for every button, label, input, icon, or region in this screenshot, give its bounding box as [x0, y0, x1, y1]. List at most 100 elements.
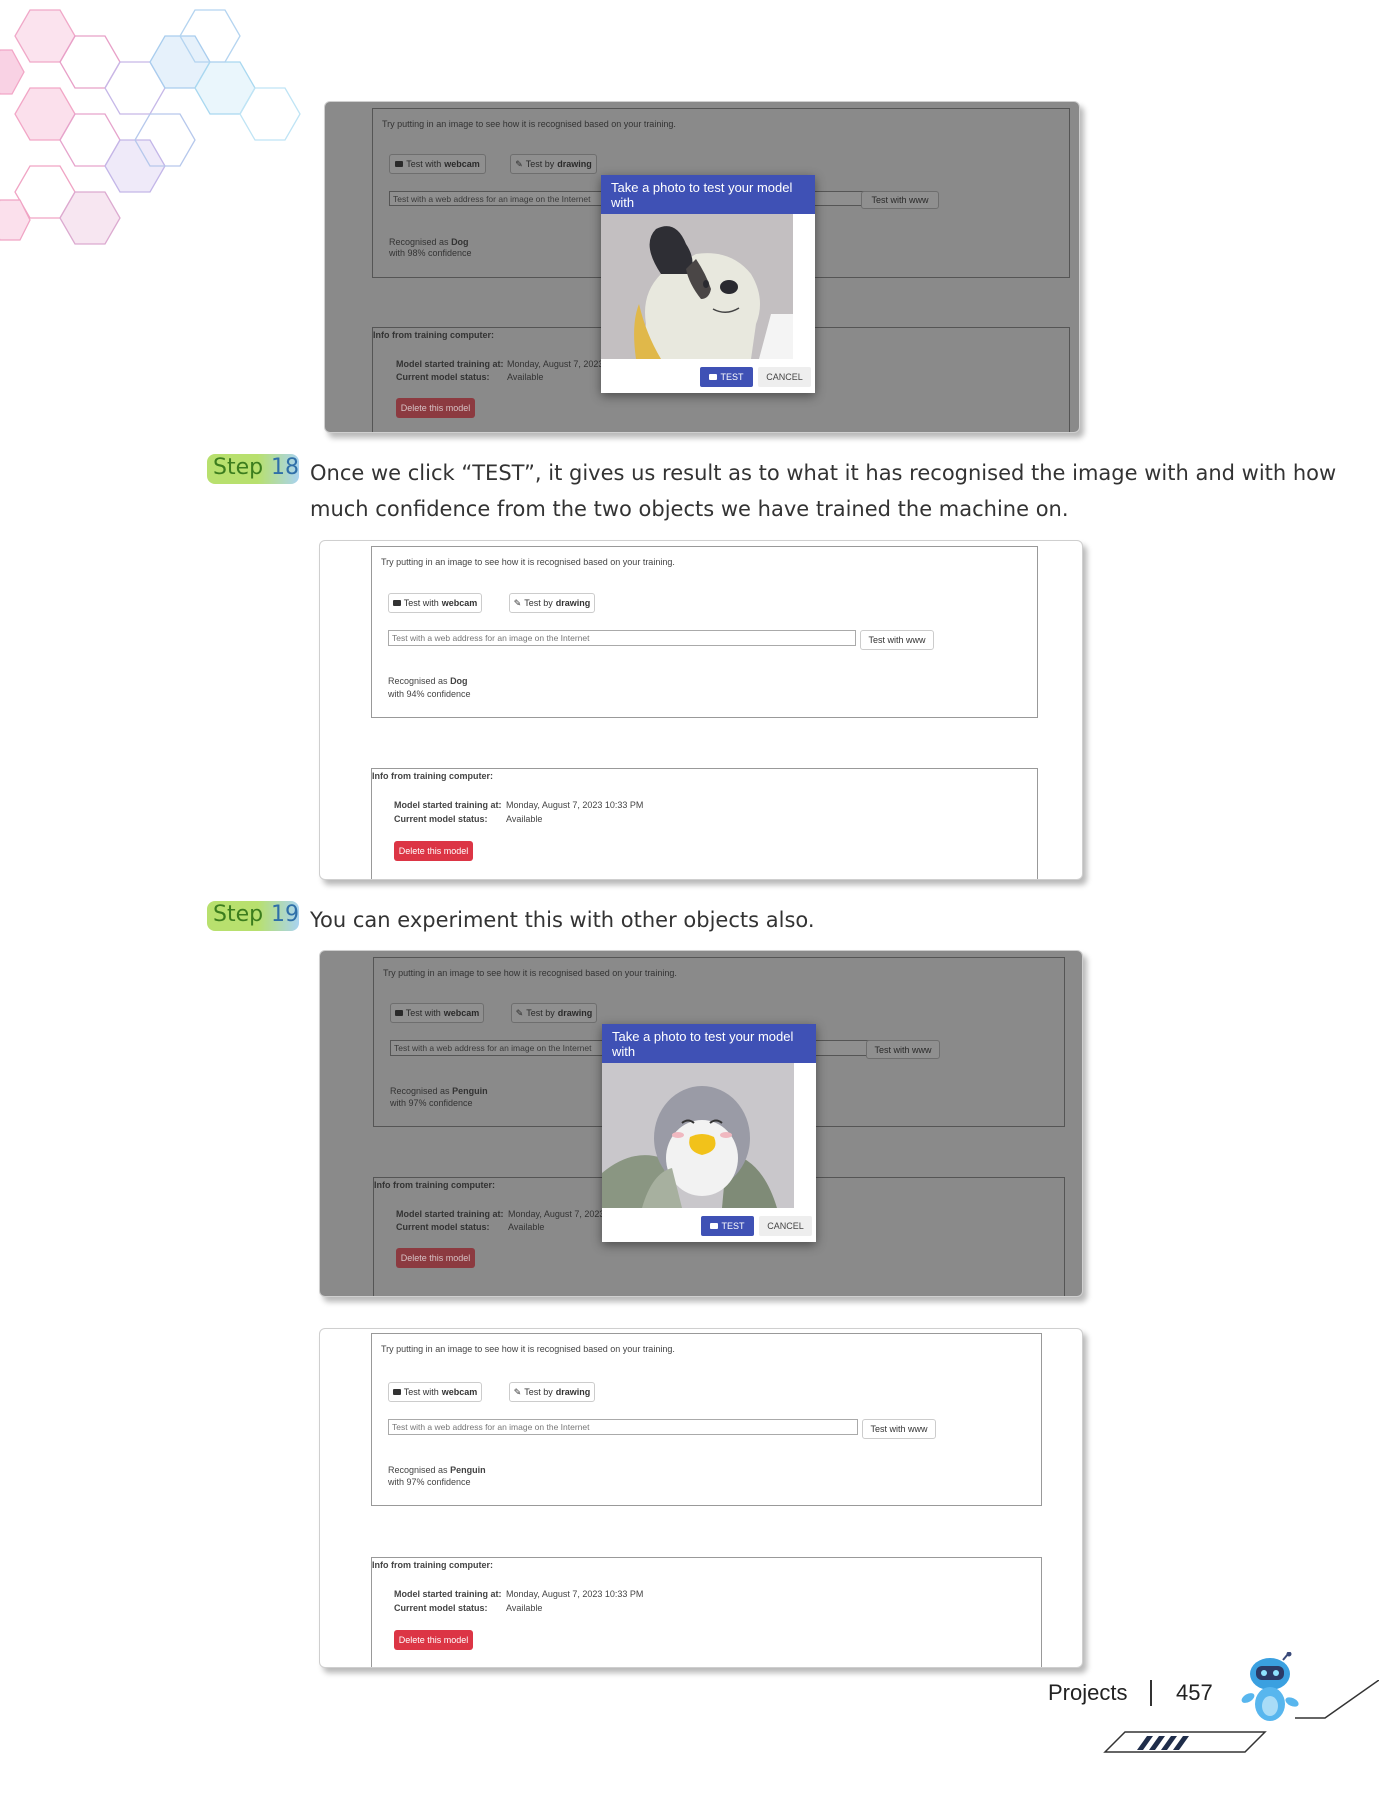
- recognised-line: Recognised as Penguin: [388, 1465, 486, 1475]
- footer-decoration: [1103, 1680, 1379, 1753]
- test-drawing-button[interactable]: ✎ Test by drawing: [510, 154, 597, 174]
- info-title: Info from training computer:: [374, 1180, 495, 1190]
- rec-pre: Recognised as: [388, 1465, 448, 1475]
- step-18-text: Once we click “TEST”, it gives us result…: [310, 455, 1336, 527]
- status-label: Current model status:: [396, 1222, 490, 1232]
- confidence-line: with 98% confidence: [389, 248, 472, 258]
- draw-pre: Test by: [524, 598, 553, 608]
- pencil-icon: ✎: [515, 158, 523, 169]
- rec-pre: Recognised as: [388, 676, 448, 686]
- webcam-bold: webcam: [441, 598, 478, 608]
- draw-bold: drawing: [557, 1008, 593, 1018]
- webcam-photo-dog: [601, 214, 793, 359]
- step-18-line-1: Once we click “TEST”, it gives us result…: [310, 461, 1337, 485]
- step-19-text: You can experiment this with other objec…: [310, 908, 815, 932]
- recognised-line: Recognised as Dog: [389, 237, 469, 247]
- test-www-button[interactable]: Test with www: [860, 630, 934, 650]
- confidence-line: with 97% confidence: [390, 1098, 473, 1108]
- test-drawing-button[interactable]: ✎ Test by drawing: [509, 593, 595, 613]
- draw-bold: drawing: [555, 1387, 591, 1397]
- test-www-button[interactable]: Test with www: [862, 1419, 936, 1439]
- started-value: Monday, August 7, 2023: [508, 1209, 605, 1219]
- pencil-icon: ✎: [513, 597, 522, 608]
- recognised-line: Recognised as Penguin: [390, 1086, 488, 1096]
- webcam-pre: Test with: [405, 1008, 441, 1018]
- camera-icon: [392, 1389, 401, 1395]
- camera-icon: [710, 1223, 719, 1229]
- hint-text: Try putting in an image to see how it is…: [382, 119, 676, 129]
- draw-bold: drawing: [557, 159, 592, 169]
- confidence-line: with 97% confidence: [388, 1477, 471, 1487]
- photo-modal-dog: Take a photo to test your model with TES…: [601, 175, 815, 393]
- rec-label: Dog: [451, 237, 469, 247]
- test-webcam-button[interactable]: Test with webcam: [388, 593, 482, 613]
- delete-model-button[interactable]: Delete this model: [396, 1248, 475, 1268]
- started-value: Monday, August 7, 2023 10:33 PM: [506, 800, 644, 810]
- modal-test-label: TEST: [720, 372, 744, 382]
- started-label: Model started training at:: [396, 1209, 504, 1219]
- pencil-icon: ✎: [513, 1386, 522, 1397]
- webcam-bold: webcam: [441, 1387, 478, 1397]
- recognised-line: Recognised as Dog: [388, 676, 468, 686]
- draw-bold: drawing: [555, 598, 591, 608]
- draw-pre: Test by: [524, 1387, 553, 1397]
- started-label: Model started training at:: [394, 1589, 502, 1599]
- webcam-bold: webcam: [444, 159, 480, 169]
- step-word: Step: [213, 902, 264, 927]
- screenshot-penguin-result: Try putting in an image to see how it is…: [319, 1328, 1083, 1668]
- rec-label: Dog: [450, 676, 468, 686]
- hint-text: Try putting in an image to see how it is…: [381, 557, 675, 567]
- step-18-line-2: much confidence from the two objects we …: [310, 497, 1069, 521]
- rec-label: Penguin: [450, 1465, 486, 1475]
- test-www-button[interactable]: Test with www: [861, 191, 939, 209]
- rec-label: Penguin: [452, 1086, 488, 1096]
- test-webcam-button[interactable]: Test with webcam: [390, 1003, 484, 1023]
- test-drawing-button[interactable]: ✎ Test by drawing: [511, 1003, 597, 1023]
- confidence-line: with 94% confidence: [388, 689, 471, 699]
- photo-modal-penguin: Take a photo to test your model with TES…: [602, 1024, 816, 1242]
- test-webcam-button[interactable]: Test with webcam: [389, 154, 486, 174]
- test-webcam-button[interactable]: Test with webcam: [388, 1382, 482, 1402]
- status-value: Available: [506, 814, 543, 824]
- status-value: Available: [506, 1603, 543, 1613]
- url-input[interactable]: Test with a web address for an image on …: [388, 630, 856, 646]
- status-value: Available: [507, 372, 544, 382]
- delete-model-button[interactable]: Delete this model: [396, 398, 475, 418]
- modal-test-button[interactable]: TEST: [700, 367, 753, 387]
- info-panel: [371, 768, 1038, 879]
- started-value: Monday, August 7, 2023: [507, 359, 604, 369]
- status-value: Available: [508, 1222, 545, 1232]
- status-label: Current model status:: [396, 372, 490, 382]
- info-title: Info from training computer:: [372, 771, 493, 781]
- screenshot-dog-result: Try putting in an image to see how it is…: [319, 540, 1083, 880]
- modal-title: Take a photo to test your model with: [601, 175, 815, 214]
- started-label: Model started training at:: [396, 359, 504, 369]
- modal-cancel-button[interactable]: CANCEL: [758, 367, 811, 387]
- webcam-bold: webcam: [443, 1008, 480, 1018]
- draw-pre: Test by: [525, 159, 555, 169]
- url-input[interactable]: Test with a web address for an image on …: [388, 1419, 858, 1435]
- draw-pre: Test by: [526, 1008, 555, 1018]
- step-number: 18: [271, 455, 299, 480]
- info-title: Info from training computer:: [373, 330, 494, 340]
- step-number: 19: [271, 902, 299, 927]
- rec-pre: Recognised as: [390, 1086, 450, 1096]
- webcam-pre: Test with: [403, 1387, 439, 1397]
- test-drawing-button[interactable]: ✎ Test by drawing: [509, 1382, 595, 1402]
- modal-cancel-button[interactable]: CANCEL: [759, 1216, 812, 1236]
- step-word: Step: [213, 455, 264, 480]
- camera-icon: [392, 600, 401, 606]
- delete-model-button[interactable]: Delete this model: [394, 1630, 473, 1650]
- webcam-photo-penguin: [602, 1063, 794, 1208]
- started-value: Monday, August 7, 2023 10:33 PM: [506, 1589, 644, 1599]
- hint-text: Try putting in an image to see how it is…: [383, 968, 677, 978]
- webcam-pre: Test with: [406, 159, 442, 169]
- hint-text: Try putting in an image to see how it is…: [381, 1344, 675, 1354]
- pencil-icon: ✎: [515, 1007, 524, 1018]
- started-label: Model started training at:: [394, 800, 502, 810]
- modal-test-button[interactable]: TEST: [701, 1216, 754, 1236]
- test-www-button[interactable]: Test with www: [866, 1040, 940, 1059]
- info-title: Info from training computer:: [372, 1560, 493, 1570]
- delete-model-button[interactable]: Delete this model: [394, 841, 473, 861]
- hexagon-decoration: [0, 9, 301, 245]
